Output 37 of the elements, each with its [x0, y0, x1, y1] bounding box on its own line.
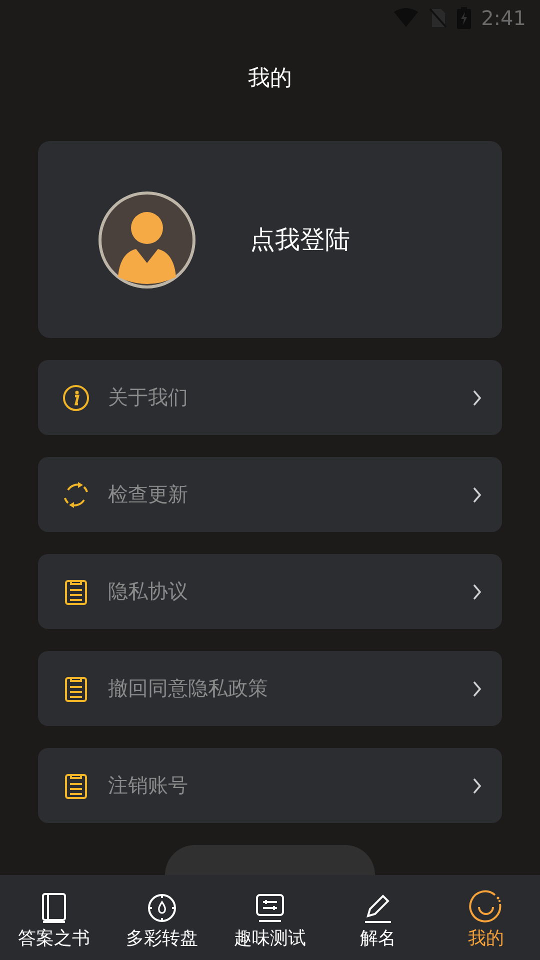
nav-tab[interactable]: 解名 — [324, 875, 432, 960]
menu-label: 关于我们 — [108, 384, 189, 411]
nav-tab[interactable]: 答案之书 — [0, 875, 108, 960]
book-icon — [39, 892, 69, 924]
clipboard-icon — [62, 674, 90, 702]
login-text: 点我登陆 — [250, 224, 350, 256]
battery-icon — [457, 7, 472, 29]
chevron-right-icon — [472, 776, 482, 794]
info-icon — [62, 384, 90, 412]
chevron-right-icon — [472, 680, 482, 698]
sliders-icon — [254, 892, 286, 924]
profile-card[interactable]: 点我登陆 — [38, 141, 502, 338]
menu-item[interactable]: 检查更新 — [38, 457, 502, 532]
menu-label: 隐私协议 — [108, 578, 189, 605]
dial-icon — [146, 892, 178, 924]
menu-label: 检查更新 — [108, 481, 189, 508]
smile-icon — [469, 890, 503, 924]
status-time: 2:41 — [481, 6, 526, 30]
menu-label: 撤回同意隐私政策 — [108, 675, 269, 702]
nav-tab[interactable]: 趣味测试 — [216, 875, 324, 960]
menu-item[interactable]: 注销账号 — [38, 748, 502, 823]
pencil-icon — [362, 892, 394, 924]
clipboard-icon — [62, 772, 90, 800]
menu-item[interactable]: 撤回同意隐私政策 — [38, 651, 502, 726]
chevron-right-icon — [472, 486, 482, 504]
clipboard-icon — [62, 578, 90, 606]
no-sim-icon — [429, 8, 448, 28]
page-title: 我的 — [248, 65, 292, 93]
chevron-right-icon — [472, 388, 482, 406]
menu-item[interactable]: 关于我们 — [38, 360, 502, 435]
menu-label: 注销账号 — [108, 772, 189, 799]
avatar-icon — [98, 190, 196, 288]
refresh-icon — [62, 480, 90, 508]
menu-item[interactable]: 隐私协议 — [38, 554, 502, 629]
chevron-right-icon — [472, 582, 482, 600]
nav-tab[interactable]: 多彩转盘 — [108, 875, 216, 960]
nav-tab[interactable]: 我的 — [432, 875, 540, 960]
